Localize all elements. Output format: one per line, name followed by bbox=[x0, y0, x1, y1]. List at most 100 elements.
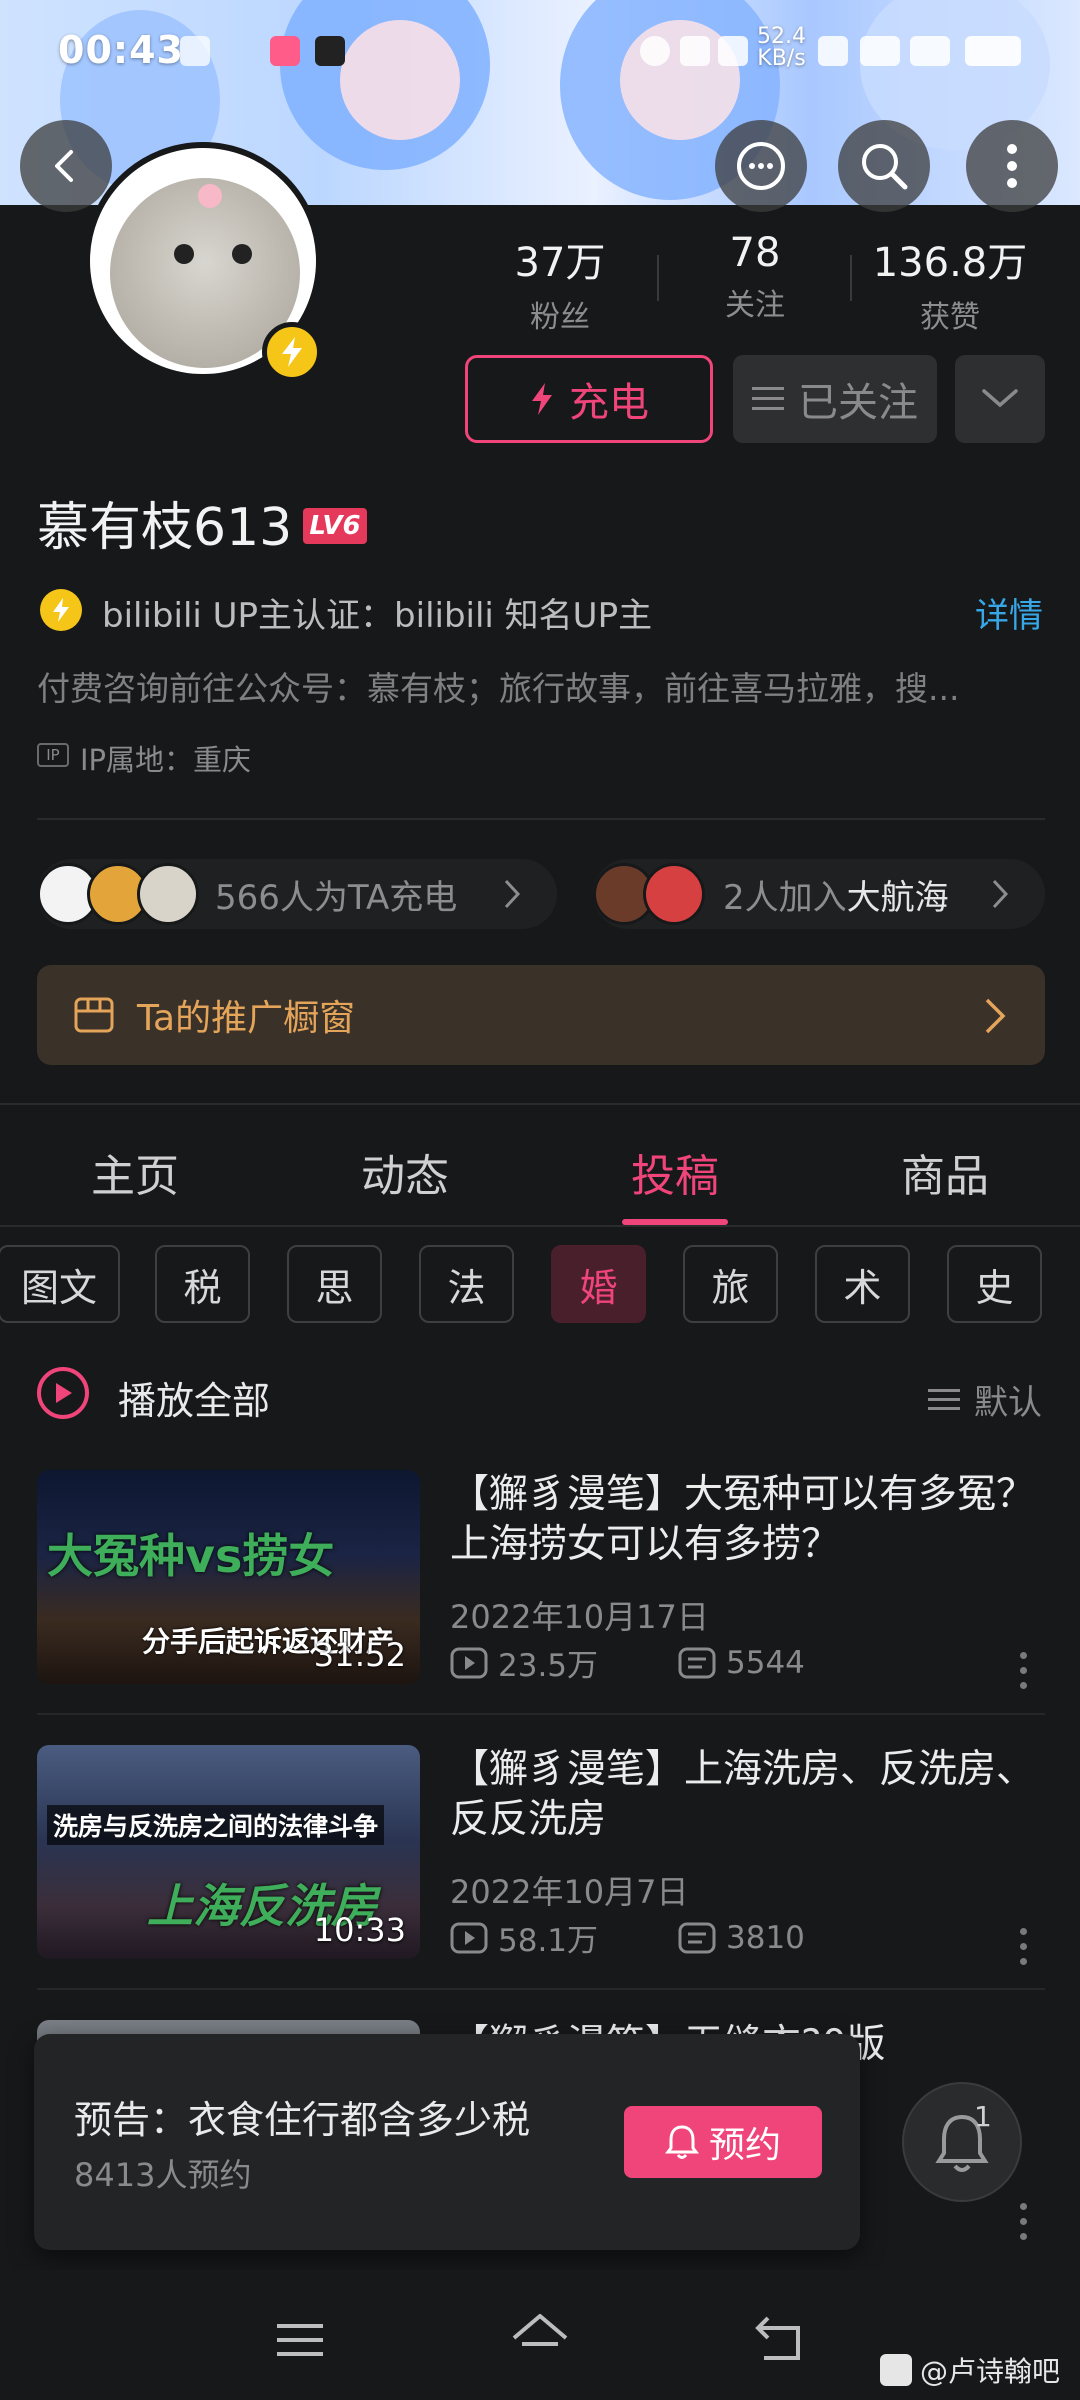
danmaku-icon bbox=[678, 1922, 716, 1953]
filter-chip[interactable]: 法 bbox=[419, 1245, 514, 1323]
mute-icon bbox=[680, 36, 710, 66]
bio-text[interactable]: 付费咨询前往公众号：慕有枝；旅行故事，前往喜马拉雅，搜... bbox=[37, 662, 1047, 710]
verified-bolt-icon bbox=[262, 322, 322, 382]
back-button[interactable] bbox=[20, 120, 112, 212]
video-date: 2022年10月7日 bbox=[450, 1873, 689, 1911]
stat-following[interactable]: 78 关注 bbox=[660, 230, 850, 324]
chevron-right-icon bbox=[992, 879, 1009, 909]
chevron-right-icon bbox=[504, 879, 521, 909]
status-bar: 00:43 52.4 KB/s bbox=[0, 0, 1080, 100]
shop-window-banner[interactable]: Ta的推广橱窗 bbox=[37, 965, 1045, 1065]
video-duration: 10:33 bbox=[313, 1911, 406, 1949]
notice-title: 预告：衣食住行都含多少税 bbox=[74, 2098, 531, 2142]
video-stats: 58.1万 3810 bbox=[450, 1915, 805, 1960]
reserve-button[interactable]: 预约 bbox=[624, 2106, 822, 2178]
charge-label: 充电 bbox=[569, 380, 649, 426]
play-all-button[interactable]: 播放全部 bbox=[118, 1370, 270, 1425]
hd-icon bbox=[818, 36, 848, 66]
fleet-pill[interactable]: 2人加入大航海 bbox=[593, 859, 1045, 929]
storefront-icon bbox=[74, 997, 114, 1033]
stat-value: 136.8万 bbox=[872, 240, 1028, 286]
content-tabs: 主页 动态 投稿 商品 bbox=[0, 1103, 1080, 1227]
thumbnail-subcaption: 洗房与反洗房之间的法律斗争 bbox=[47, 1805, 385, 1845]
home-icon[interactable] bbox=[508, 2310, 572, 2366]
video-title[interactable]: 【獬豸漫笔】上海洗房、反洗房、反反洗房 bbox=[450, 1745, 1050, 1845]
battery-icon bbox=[965, 36, 1021, 66]
bell-badge: 1 bbox=[974, 2100, 992, 2133]
tab-goods[interactable]: 商品 bbox=[860, 1140, 1030, 1204]
play-count-icon bbox=[450, 1922, 488, 1953]
watermark-text: @卢诗翰吧 bbox=[920, 2355, 1061, 2388]
wifi-icon bbox=[910, 36, 950, 66]
member-avatar bbox=[643, 863, 705, 925]
ip-location: IP属地：重庆 bbox=[80, 743, 252, 777]
sort-button[interactable]: 默认 bbox=[928, 1375, 1042, 1424]
video-more-icon[interactable] bbox=[1020, 2203, 1028, 2248]
stat-followers[interactable]: 37万 粉丝 bbox=[465, 230, 655, 336]
reserve-label: 预约 bbox=[708, 2125, 781, 2166]
filter-chip[interactable]: 旅 bbox=[683, 1245, 778, 1323]
video-title[interactable]: 【獬豸漫笔】大冤种可以有多冤？上海捞女可以有多捞？ bbox=[450, 1470, 1050, 1570]
play-all-icon[interactable] bbox=[37, 1367, 89, 1419]
level-badge: LV6 bbox=[303, 508, 367, 544]
video-more-icon[interactable] bbox=[1020, 1928, 1028, 1973]
stat-label: 关注 bbox=[725, 288, 785, 323]
search-button[interactable] bbox=[838, 120, 930, 212]
sort-label: 默认 bbox=[974, 1383, 1042, 1423]
expand-button[interactable] bbox=[955, 355, 1045, 443]
lightning-icon bbox=[532, 383, 552, 415]
followed-label: 已关注 bbox=[798, 380, 918, 426]
filter-chip[interactable]: 税 bbox=[155, 1245, 250, 1323]
back-nav-icon[interactable] bbox=[752, 2312, 808, 2364]
divider bbox=[37, 1713, 1045, 1715]
filter-chip[interactable]: 史 bbox=[947, 1245, 1042, 1323]
reservation-bell-button[interactable]: 1 bbox=[902, 2082, 1022, 2202]
tieba-logo-icon bbox=[880, 2354, 912, 2386]
active-tab-indicator bbox=[622, 1219, 728, 1225]
filter-chip-active[interactable]: 婚 bbox=[551, 1245, 646, 1323]
chevron-right-icon bbox=[985, 998, 1006, 1034]
alarm-icon bbox=[640, 36, 670, 66]
watermark: @卢诗翰吧 bbox=[880, 2350, 1060, 2390]
charge-count: 566人为TA充电 bbox=[215, 877, 458, 918]
comment-count: 5544 bbox=[726, 1644, 805, 1681]
video-thumbnail[interactable]: 大冤种vs捞女 分手后起诉返还财产 31:52 bbox=[37, 1470, 420, 1684]
reservation-notice: 预告：衣食住行都含多少税 8413人预约 预约 bbox=[34, 2034, 860, 2250]
search-icon bbox=[862, 144, 908, 190]
video-more-icon[interactable] bbox=[1020, 1652, 1028, 1697]
filter-chip[interactable]: 图文 bbox=[0, 1245, 120, 1323]
view-count: 58.1万 bbox=[498, 1923, 599, 1959]
tab-submissions[interactable]: 投稿 bbox=[590, 1140, 760, 1204]
danmaku-icon bbox=[678, 1647, 716, 1678]
certification-text: bilibili UP主认证：bilibili 知名UP主 bbox=[102, 596, 653, 636]
tab-dynamic[interactable]: 动态 bbox=[320, 1140, 490, 1204]
fleet-count: 2人加入 bbox=[723, 877, 847, 918]
filter-chip[interactable]: 术 bbox=[815, 1245, 910, 1323]
back-arrow-icon bbox=[55, 150, 73, 182]
video-stats: 23.5万 5544 bbox=[450, 1640, 805, 1685]
stat-divider bbox=[657, 255, 659, 301]
charge-button[interactable]: 充电 bbox=[465, 355, 713, 443]
view-count: 23.5万 bbox=[498, 1648, 599, 1684]
stat-likes[interactable]: 136.8万 获赞 bbox=[855, 230, 1045, 336]
menu-icon[interactable] bbox=[275, 2320, 325, 2360]
app-notification-icon bbox=[180, 36, 210, 66]
divider bbox=[37, 818, 1045, 820]
message-button[interactable] bbox=[715, 120, 807, 212]
video-thumbnail[interactable]: 洗房与反洗房之间的法律斗争 上海反洗房 10:33 bbox=[37, 1745, 420, 1959]
stat-label: 获赞 bbox=[920, 300, 980, 335]
ip-tag-icon: IP bbox=[37, 743, 69, 767]
filter-chip[interactable]: 思 bbox=[287, 1245, 382, 1323]
bell-icon bbox=[664, 2125, 699, 2159]
stat-value: 37万 bbox=[514, 240, 606, 286]
stat-divider bbox=[850, 255, 852, 301]
charge-supporters-pill[interactable]: 566人为TA充电 bbox=[37, 859, 557, 929]
followed-button[interactable]: 已关注 bbox=[733, 355, 937, 443]
more-options-button[interactable] bbox=[966, 120, 1058, 212]
net-speed: 52.4 KB/s bbox=[757, 26, 806, 70]
video-date: 2022年10月17日 bbox=[450, 1598, 709, 1636]
tab-home[interactable]: 主页 bbox=[50, 1140, 220, 1204]
stat-value: 78 bbox=[729, 230, 781, 276]
detail-link[interactable]: 详情 bbox=[975, 588, 1043, 637]
chevron-down-icon bbox=[982, 389, 1018, 408]
